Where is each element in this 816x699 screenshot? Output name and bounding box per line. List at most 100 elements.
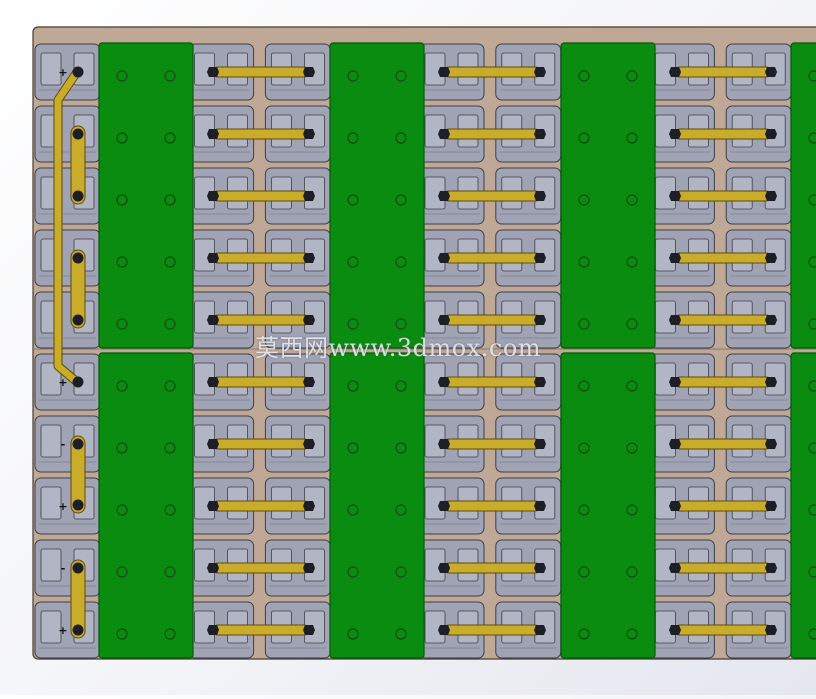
bus-bar xyxy=(674,624,772,636)
terminal-bolt xyxy=(438,67,450,77)
terminal-bolt xyxy=(207,253,219,263)
pcb-strip xyxy=(98,42,194,349)
terminal-bolt xyxy=(303,563,315,573)
terminal-bolt xyxy=(207,377,219,387)
polarity-label: + xyxy=(58,66,67,79)
polarity-label: + xyxy=(58,376,67,389)
polarity-label: + xyxy=(58,624,67,637)
battery-cell xyxy=(34,229,101,287)
terminal-bolt xyxy=(303,377,315,387)
pcb-strip xyxy=(329,352,425,659)
terminal-bolt xyxy=(438,377,450,387)
terminal-bolt xyxy=(669,191,681,201)
terminal-bolt xyxy=(534,625,546,635)
bus-bar xyxy=(212,376,310,388)
terminal-bolt xyxy=(534,191,546,201)
pcb-strip xyxy=(329,42,425,349)
bus-bar xyxy=(674,314,772,326)
bus-bar xyxy=(674,438,772,450)
terminal-bolt xyxy=(303,67,315,77)
terminal-bolt xyxy=(669,501,681,511)
terminal-bolt xyxy=(534,315,546,325)
battery-pack-cad-view: + + - + - + 莫西网www.3dmox.com xyxy=(0,0,816,695)
terminal-bolt xyxy=(534,501,546,511)
terminal-bolt xyxy=(765,67,777,77)
battery-cell xyxy=(34,291,101,349)
bus-bar xyxy=(212,562,310,574)
terminal-bolt xyxy=(765,501,777,511)
terminal-bolt xyxy=(207,439,219,449)
terminal-bolt xyxy=(303,501,315,511)
terminal-bolt xyxy=(72,376,84,388)
polarity-label: - xyxy=(61,562,66,575)
terminal-bolt xyxy=(438,439,450,449)
terminal-bolt xyxy=(765,563,777,573)
bus-bar xyxy=(443,500,541,512)
bus-bar xyxy=(674,562,772,574)
terminal-bolt xyxy=(534,129,546,139)
terminal-bolt xyxy=(534,439,546,449)
bus-bar xyxy=(212,252,310,264)
terminal-bolt xyxy=(72,314,84,326)
bus-bar xyxy=(443,128,541,140)
terminal-bolt xyxy=(207,625,219,635)
terminal-bolt xyxy=(303,191,315,201)
terminal-bolt xyxy=(72,128,84,140)
bus-bar xyxy=(443,624,541,636)
terminal-bolt xyxy=(669,67,681,77)
bus-bar xyxy=(443,66,541,78)
watermark-text: 莫西网www.3dmox.com xyxy=(255,334,542,362)
bus-bar xyxy=(443,190,541,202)
polarity-label: - xyxy=(61,438,66,451)
bus-bar xyxy=(674,252,772,264)
terminal-bolt xyxy=(207,129,219,139)
terminal-bolt xyxy=(303,439,315,449)
terminal-bolt xyxy=(207,501,219,511)
terminal-bolt xyxy=(534,377,546,387)
battery-cell xyxy=(34,167,101,225)
cell-terminal-pad xyxy=(40,424,62,458)
bus-bar xyxy=(212,500,310,512)
bus-bar xyxy=(212,314,310,326)
terminal-bolt xyxy=(72,66,84,78)
polarity-label: + xyxy=(58,500,67,513)
terminal-bolt xyxy=(669,563,681,573)
terminal-bolt xyxy=(72,438,84,450)
terminal-bolt xyxy=(765,129,777,139)
bus-bar xyxy=(674,376,772,388)
bus-bar xyxy=(212,66,310,78)
terminal-bolt xyxy=(669,439,681,449)
battery-cell xyxy=(34,105,101,163)
terminal-bolt xyxy=(765,625,777,635)
bus-bar xyxy=(443,252,541,264)
bus-bar xyxy=(674,128,772,140)
pcb-strip xyxy=(560,42,656,349)
terminal-bolt xyxy=(765,191,777,201)
terminal-bolt xyxy=(669,129,681,139)
battery-cell xyxy=(34,539,101,597)
bus-bar xyxy=(443,562,541,574)
terminal-bolt xyxy=(534,563,546,573)
bus-bar xyxy=(443,376,541,388)
bus-bar xyxy=(212,190,310,202)
terminal-bolt xyxy=(303,315,315,325)
terminal-bolt xyxy=(765,253,777,263)
terminal-bolt xyxy=(72,562,84,574)
pcb-strip xyxy=(98,352,194,659)
bus-bar xyxy=(443,314,541,326)
terminal-bolt xyxy=(438,501,450,511)
terminal-bolt xyxy=(438,253,450,263)
terminal-bolt xyxy=(207,563,219,573)
terminal-bolt xyxy=(438,191,450,201)
terminal-bolt xyxy=(438,315,450,325)
pcb-strip xyxy=(560,352,656,659)
terminal-bolt xyxy=(669,315,681,325)
terminal-bolt xyxy=(438,625,450,635)
terminal-bolt xyxy=(534,253,546,263)
bus-bar xyxy=(674,190,772,202)
terminal-bolt xyxy=(72,252,84,264)
terminal-bolt xyxy=(303,129,315,139)
terminal-bolt xyxy=(669,253,681,263)
terminal-bolt xyxy=(669,377,681,387)
bus-bar xyxy=(674,66,772,78)
